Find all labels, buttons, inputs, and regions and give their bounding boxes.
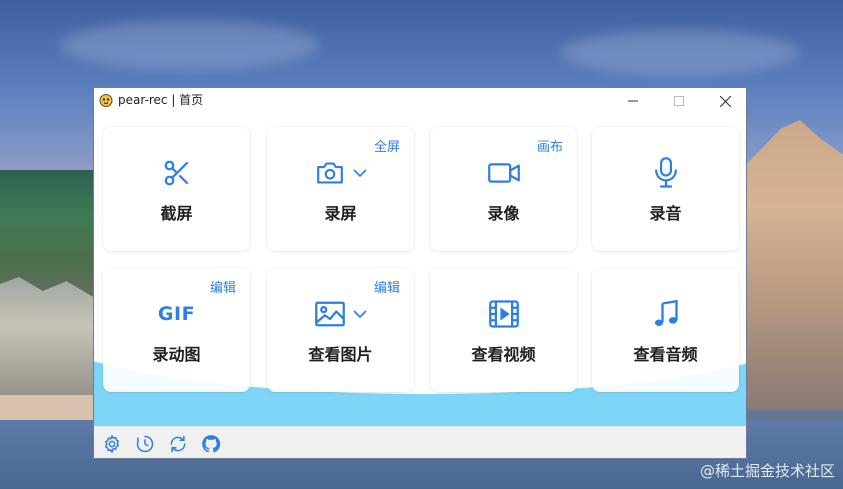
card-record-screen[interactable]: 全屏 录屏	[267, 127, 414, 251]
gif-icon: GIF	[157, 303, 196, 325]
sky-cloud	[560, 30, 800, 75]
card-label: 录像	[487, 204, 520, 223]
music-note-icon	[654, 300, 678, 327]
title-bar[interactable]: pear-rec | 首页	[94, 88, 746, 114]
edit-link[interactable]: 编辑	[210, 277, 236, 296]
edit-link[interactable]: 编辑	[374, 277, 400, 296]
chevron-down-icon[interactable]	[352, 168, 367, 178]
card-record-audio[interactable]: 录音	[592, 127, 739, 251]
image-icon	[314, 301, 345, 327]
pear-app-icon	[99, 94, 113, 107]
background-cliff-right	[747, 120, 843, 410]
watermark-text: @稀土掘金技术社区	[699, 462, 835, 480]
film-icon	[488, 300, 519, 328]
card-view-audio[interactable]: 查看音频	[592, 268, 739, 392]
sky-cloud	[60, 20, 320, 70]
refresh-icon[interactable]	[168, 434, 188, 454]
footer-toolbar	[94, 426, 746, 458]
background-cliff-left	[0, 277, 95, 410]
card-view-video[interactable]: 查看视频	[430, 268, 577, 392]
maximize-icon	[674, 96, 684, 106]
maximize-button[interactable]	[656, 88, 702, 114]
main-content: 截屏 全屏 录屏 画布 录像 录音 编辑 GIF 录动图 编辑 查看图片 查看视…	[94, 114, 746, 426]
card-label: 截屏	[160, 204, 193, 223]
card-label: 查看视频	[471, 345, 536, 364]
card-screenshot[interactable]: 截屏	[103, 127, 250, 251]
settings-icon[interactable]	[102, 434, 122, 454]
close-button[interactable]	[702, 88, 746, 114]
camera-icon	[316, 162, 343, 184]
card-label: 查看音频	[633, 345, 698, 364]
scissors-icon	[164, 160, 188, 186]
chevron-down-icon[interactable]	[352, 309, 367, 319]
window-title: pear-rec | 首页	[118, 93, 204, 107]
minimize-button[interactable]	[610, 88, 656, 114]
card-record-gif[interactable]: 编辑 GIF 录动图	[103, 268, 250, 392]
fullscreen-link[interactable]: 全屏	[374, 136, 400, 155]
card-label: 录屏	[324, 204, 357, 223]
github-icon[interactable]	[201, 434, 221, 454]
card-record-video[interactable]: 画布 录像	[430, 127, 577, 251]
card-label: 录音	[649, 204, 682, 223]
minimize-icon	[628, 100, 638, 102]
canvas-link[interactable]: 画布	[537, 136, 563, 155]
card-view-image[interactable]: 编辑 查看图片	[267, 268, 414, 392]
close-icon	[719, 95, 731, 107]
video-camera-icon	[487, 163, 520, 183]
history-icon[interactable]	[135, 434, 155, 454]
app-window: pear-rec | 首页 截屏 全屏 录屏 画布 录像 录音 编辑 GIF 录…	[93, 87, 747, 459]
card-label: 录动图	[152, 345, 201, 364]
microphone-icon	[654, 157, 677, 188]
card-label: 查看图片	[308, 345, 373, 364]
